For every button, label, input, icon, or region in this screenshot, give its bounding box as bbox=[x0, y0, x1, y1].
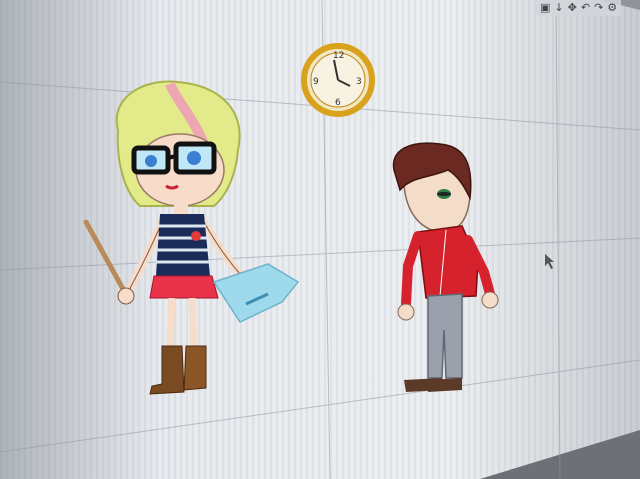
window-icon[interactable]: ▣ bbox=[540, 1, 550, 15]
screen-artwork: 12 3 6 9 bbox=[0, 0, 640, 479]
boy-pants bbox=[427, 293, 463, 379]
girl-striped-top bbox=[156, 214, 210, 276]
girl-boot-right bbox=[183, 345, 207, 391]
clock-icon: 12 3 6 9 bbox=[301, 43, 375, 117]
toolbar: ▣ ↓ ✥ ↶ ↷ ⚙ bbox=[536, 0, 622, 16]
photo-of-monitor: 12 3 6 9 ▣ ↓ ✥ ↶ ↷ ⚙ bbox=[0, 0, 640, 479]
clock-digit-3: 3 bbox=[356, 77, 362, 87]
clock-digit-9: 9 bbox=[313, 77, 319, 87]
redo-icon[interactable]: ↷ bbox=[594, 1, 603, 15]
heart-icon bbox=[191, 231, 201, 241]
boy-shoe-right bbox=[428, 378, 462, 392]
clock-digit-12: 12 bbox=[333, 51, 344, 61]
glasses-icon bbox=[131, 141, 217, 175]
down-arrow-icon[interactable]: ↓ bbox=[554, 1, 563, 15]
settings-icon[interactable]: ⚙ bbox=[607, 1, 617, 15]
clock-digit-6: 6 bbox=[335, 98, 341, 108]
girl-skirt bbox=[149, 275, 219, 299]
move-icon[interactable]: ✥ bbox=[568, 1, 577, 15]
undo-icon[interactable]: ↶ bbox=[581, 1, 590, 15]
